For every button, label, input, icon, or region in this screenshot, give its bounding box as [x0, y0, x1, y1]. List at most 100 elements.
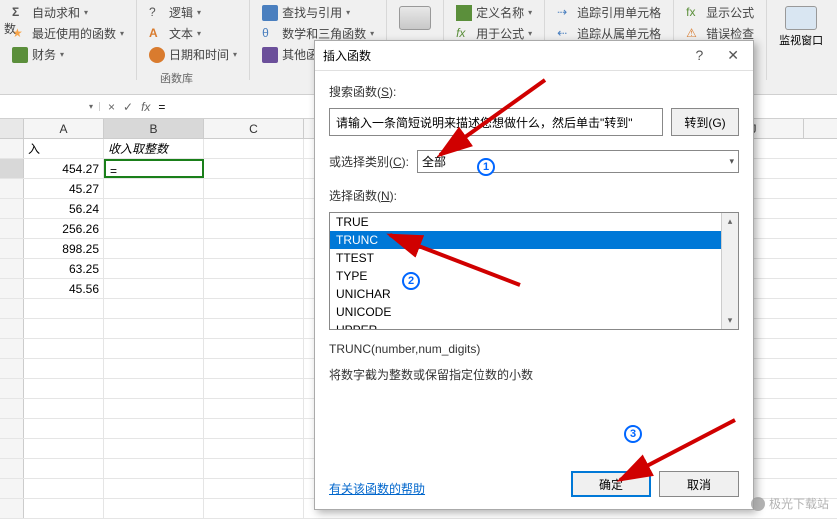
cell[interactable] [24, 499, 104, 518]
row-header[interactable] [0, 219, 24, 238]
fx-icon[interactable]: fx [141, 100, 150, 114]
cell[interactable]: 收入取整数 [104, 139, 204, 158]
chevron-down-icon[interactable]: ▾ [89, 102, 93, 111]
cell[interactable] [204, 139, 304, 158]
dialog-titlebar[interactable]: 插入函数 ? ✕ [315, 41, 753, 71]
cell[interactable] [204, 219, 304, 238]
cell[interactable] [104, 339, 204, 358]
function-item-true[interactable]: TRUE [330, 213, 738, 231]
col-header-B[interactable]: B [104, 119, 204, 138]
cell[interactable] [24, 299, 104, 318]
search-function-input[interactable] [329, 108, 663, 136]
cell[interactable]: 256.26 [24, 219, 104, 238]
ribbon-text[interactable]: A 文本 ▾ [145, 23, 241, 44]
cell[interactable] [24, 399, 104, 418]
cell[interactable]: 45.27 [24, 179, 104, 198]
cell[interactable] [104, 379, 204, 398]
cell[interactable] [204, 419, 304, 438]
row-header[interactable] [0, 279, 24, 298]
row-header[interactable] [0, 139, 24, 158]
select-all-corner[interactable] [0, 119, 24, 138]
row-header[interactable] [0, 499, 24, 518]
cell[interactable] [204, 479, 304, 498]
cell[interactable] [104, 419, 204, 438]
cell[interactable] [204, 259, 304, 278]
close-icon[interactable]: ✕ [721, 45, 745, 66]
active-cell[interactable]: = [104, 159, 204, 178]
ribbon-lookup[interactable]: 查找与引用 ▾ [258, 2, 378, 23]
cell[interactable]: 454.27 [24, 159, 104, 178]
scroll-down-icon[interactable]: ▾ [722, 312, 738, 329]
cell[interactable]: 入 [24, 139, 104, 158]
cell[interactable] [204, 299, 304, 318]
row-header[interactable] [0, 159, 24, 178]
cell[interactable] [204, 279, 304, 298]
cell[interactable] [104, 259, 204, 278]
cell[interactable]: 56.24 [24, 199, 104, 218]
cell[interactable] [24, 379, 104, 398]
ribbon-define-name[interactable]: 定义名称 ▾ [452, 2, 536, 23]
cell[interactable] [24, 359, 104, 378]
formula-cancel-icon[interactable]: × [108, 100, 115, 114]
row-header[interactable] [0, 379, 24, 398]
cell[interactable] [204, 159, 304, 178]
function-item-type[interactable]: TYPE [330, 267, 738, 285]
cell[interactable] [204, 379, 304, 398]
col-header-A[interactable]: A [24, 119, 104, 138]
col-header-C[interactable]: C [204, 119, 304, 138]
formula-confirm-icon[interactable]: ✓ [123, 100, 133, 114]
ribbon-financial[interactable]: 财务 ▾ [8, 44, 128, 65]
cell[interactable] [104, 479, 204, 498]
function-item-trunc[interactable]: TRUNC [330, 231, 738, 249]
row-header[interactable] [0, 439, 24, 458]
row-header[interactable] [0, 179, 24, 198]
name-manager-button[interactable] [395, 2, 435, 34]
cell[interactable] [104, 499, 204, 518]
cell[interactable]: 45.56 [24, 279, 104, 298]
cell[interactable] [204, 359, 304, 378]
cell[interactable] [24, 319, 104, 338]
function-item-ttest[interactable]: TTEST [330, 249, 738, 267]
cell[interactable] [104, 199, 204, 218]
row-header[interactable] [0, 239, 24, 258]
cell[interactable]: 898.25 [24, 239, 104, 258]
cell[interactable] [104, 399, 204, 418]
cell[interactable] [204, 459, 304, 478]
row-header[interactable] [0, 479, 24, 498]
ribbon-autosum[interactable]: Σ 自动求和 ▾ [8, 2, 128, 23]
row-header[interactable] [0, 419, 24, 438]
function-item-unicode[interactable]: UNICODE [330, 303, 738, 321]
cancel-button[interactable]: 取消 [659, 471, 739, 497]
row-header[interactable] [0, 339, 24, 358]
ribbon-show-formulas[interactable]: fx 显示公式 [682, 2, 758, 23]
ribbon-logical[interactable]: ? 逻辑 ▾ [145, 2, 241, 23]
cell[interactable] [104, 319, 204, 338]
cell[interactable] [24, 459, 104, 478]
function-listbox[interactable]: TRUE TRUNC TTEST TYPE UNICHAR UNICODE UP… [329, 212, 739, 330]
cell[interactable]: 63.25 [24, 259, 104, 278]
watch-window-button[interactable]: 监视窗口 [775, 2, 827, 52]
help-icon[interactable]: ? [689, 45, 709, 66]
goto-button[interactable]: 转到(G) [671, 108, 739, 136]
cell[interactable] [104, 239, 204, 258]
row-header[interactable] [0, 299, 24, 318]
cell[interactable] [24, 439, 104, 458]
ribbon-datetime[interactable]: 日期和时间 ▾ [145, 44, 241, 65]
cell[interactable] [204, 399, 304, 418]
cell[interactable] [24, 419, 104, 438]
cell[interactable] [204, 179, 304, 198]
cell[interactable] [104, 459, 204, 478]
scroll-up-icon[interactable]: ▴ [722, 213, 738, 230]
cell[interactable] [104, 299, 204, 318]
function-item-unichar[interactable]: UNICHAR [330, 285, 738, 303]
name-box[interactable]: ▾ [0, 102, 100, 111]
row-header[interactable] [0, 319, 24, 338]
cell[interactable] [104, 179, 204, 198]
row-header[interactable] [0, 259, 24, 278]
cell[interactable] [104, 279, 204, 298]
cell[interactable] [204, 439, 304, 458]
cell[interactable] [24, 339, 104, 358]
ribbon-trace-precedents[interactable]: ⇢ 追踪引用单元格 [553, 2, 665, 23]
ok-button[interactable]: 确定 [571, 471, 651, 497]
cell[interactable] [204, 199, 304, 218]
